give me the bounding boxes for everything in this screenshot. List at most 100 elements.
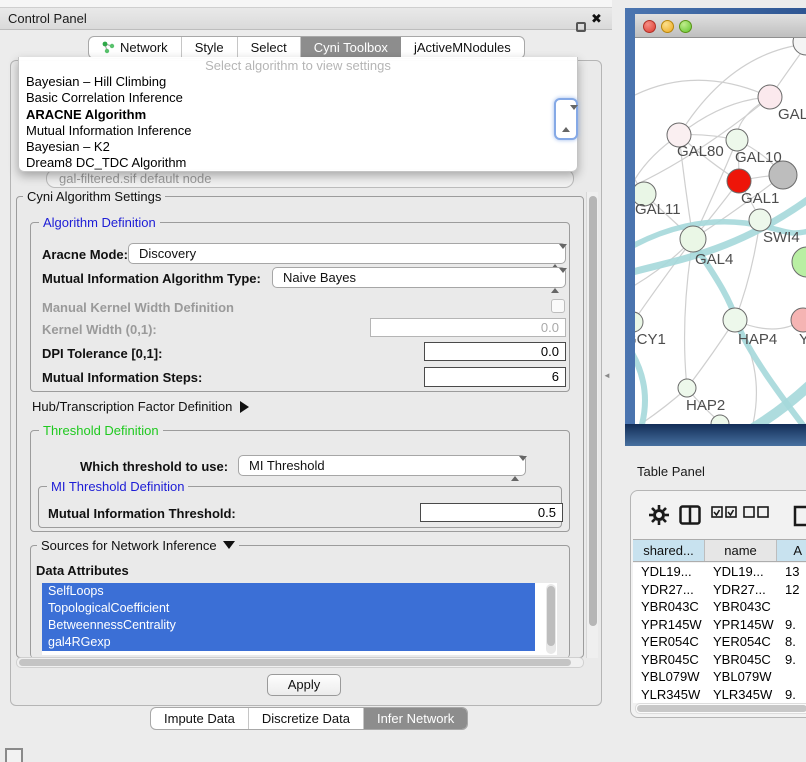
attribute-item-selfloops[interactable]: SelfLoops bbox=[42, 583, 535, 600]
dropdown-item-aracne-algorithm[interactable]: ARACNE Algorithm bbox=[19, 107, 577, 123]
table-cell bbox=[777, 598, 806, 616]
network-node-gal4[interactable] bbox=[680, 226, 706, 252]
network-node-hap4[interactable] bbox=[723, 308, 747, 332]
manual-kernel-label: Manual Kernel Width Definition bbox=[42, 300, 234, 315]
hub-definition-toggle[interactable]: Hub/Transcription Factor Definition bbox=[32, 399, 249, 414]
attribute-item-gal4rgexp[interactable]: gal4RGexp bbox=[42, 634, 535, 651]
network-node-swi4[interactable] bbox=[749, 209, 771, 231]
float-window-icon[interactable] bbox=[576, 22, 586, 32]
algorithm-dropdown: Select algorithm to view settings Bayesi… bbox=[18, 57, 578, 172]
tab-style[interactable]: Style bbox=[182, 37, 238, 58]
table-row[interactable]: YER054CYER054C8. bbox=[633, 633, 806, 651]
network-node-gal10[interactable] bbox=[726, 129, 748, 151]
close-traffic-light-icon[interactable] bbox=[643, 20, 656, 33]
attribute-item-topologicalcoefficient[interactable]: TopologicalCoefficient bbox=[42, 600, 535, 617]
node-label-gcy1: GCY1 bbox=[635, 331, 666, 348]
tab-label: Infer Network bbox=[377, 711, 454, 726]
tab-jactivemnodules[interactable]: jActiveMNodules bbox=[401, 37, 524, 58]
table-cell: YLR345W bbox=[705, 686, 777, 704]
column-header-shared[interactable]: shared... bbox=[633, 540, 705, 561]
data-attributes-label: Data Attributes bbox=[36, 563, 129, 578]
tab-select[interactable]: Select bbox=[238, 37, 301, 58]
tab-impute-data[interactable]: Impute Data bbox=[151, 708, 249, 729]
screen: Control Panel ✖ Network StyleSelectCyni T… bbox=[0, 0, 806, 762]
gear-icon[interactable] bbox=[649, 505, 669, 530]
control-panel-tabbar: Network StyleSelectCyni ToolboxjActiveMNo… bbox=[88, 36, 525, 59]
tab-discretize-data[interactable]: Discretize Data bbox=[249, 708, 364, 729]
table-row[interactable]: YBR045CYBR045C9. bbox=[633, 651, 806, 669]
mi-threshold-label: Mutual Information Threshold: bbox=[48, 506, 236, 521]
network-window-frame bbox=[625, 424, 806, 446]
network-node-y[interactable] bbox=[791, 308, 806, 332]
network-edge bbox=[635, 348, 645, 424]
group-title: Threshold Definition bbox=[39, 423, 163, 438]
kernel-width-field[interactable]: 0.0 bbox=[370, 318, 566, 337]
table-cell: 9. bbox=[777, 686, 806, 704]
docked-panel-icon[interactable] bbox=[5, 748, 23, 762]
network-node[interactable] bbox=[792, 247, 806, 277]
node-table: shared...nameA bbox=[633, 539, 806, 562]
table-cell: YPR145W bbox=[633, 616, 705, 634]
node-label-gal4: GAL4 bbox=[695, 251, 733, 268]
node-label-swi4: SWI4 bbox=[763, 229, 800, 246]
network-node-hap2[interactable] bbox=[678, 379, 696, 397]
tab-network[interactable]: Network bbox=[89, 37, 182, 58]
columns-icon[interactable] bbox=[679, 505, 701, 530]
panel-title: Control Panel bbox=[8, 11, 87, 26]
network-node[interactable] bbox=[793, 38, 806, 55]
select-all-checkboxes-icon[interactable] bbox=[711, 505, 737, 524]
node-table-rows: YDL19...YDL19...13YDR27...YDR27...12YBR0… bbox=[633, 563, 806, 703]
attribute-item-betweennesscentrality[interactable]: BetweennessCentrality bbox=[42, 617, 535, 634]
mi-steps-field[interactable]: 6 bbox=[424, 367, 566, 387]
manual-kernel-checkbox[interactable] bbox=[551, 299, 565, 313]
stepper-icon bbox=[551, 271, 559, 290]
deselect-all-checkboxes-icon[interactable] bbox=[743, 505, 769, 524]
list-scrollbar[interactable] bbox=[546, 584, 556, 654]
dropdown-item-bayesian-hill-climbing[interactable]: Bayesian – Hill Climbing bbox=[19, 74, 577, 90]
aracne-mode-combo[interactable]: Discovery bbox=[128, 243, 566, 264]
table-cell: YBR045C bbox=[705, 651, 777, 669]
tab-label: Network bbox=[120, 40, 168, 55]
minimize-traffic-light-icon[interactable] bbox=[661, 20, 674, 33]
zoom-traffic-light-icon[interactable] bbox=[679, 20, 692, 33]
node-label-hap2: HAP2 bbox=[686, 397, 725, 414]
mi-steps-label: Mutual Information Steps: bbox=[42, 370, 202, 385]
control-panel-titlebar: Control Panel ✖ bbox=[0, 8, 612, 30]
splitter-handle[interactable]: ◄ bbox=[603, 371, 611, 380]
network-node-gcy1[interactable] bbox=[635, 312, 643, 332]
table-cell: 9. bbox=[777, 616, 806, 634]
table-row[interactable]: YDR27...YDR27...12 bbox=[633, 581, 806, 599]
table-row[interactable]: YDL19...YDL19...13 bbox=[633, 563, 806, 581]
table-horizontal-scrollbar[interactable] bbox=[635, 703, 806, 714]
table-row[interactable]: YBR043CYBR043C bbox=[633, 598, 806, 616]
mi-type-combo[interactable]: Naive Bayes bbox=[272, 267, 566, 288]
dropdown-item-basic-correlation-inference[interactable]: Basic Correlation Inference bbox=[19, 90, 577, 106]
new-table-icon[interactable] bbox=[793, 505, 806, 532]
table-cell: YBL079W bbox=[705, 668, 777, 686]
column-header-a[interactable]: A bbox=[777, 540, 806, 561]
close-icon[interactable]: ✖ bbox=[591, 11, 602, 27]
which-threshold-combo[interactable]: MI Threshold bbox=[238, 455, 526, 476]
algorithm-combo-stepper[interactable] bbox=[554, 98, 578, 140]
vertical-scrollbar[interactable] bbox=[586, 192, 598, 658]
sources-toggle[interactable]: Sources for Network Inference bbox=[37, 538, 239, 553]
dropdown-prompt: Select algorithm to view settings bbox=[19, 57, 577, 74]
dropdown-item-dream8-dc-tdc-algorithm[interactable]: Dream8 DC_TDC Algorithm bbox=[19, 155, 577, 171]
dropdown-item-bayesian-k2[interactable]: Bayesian – K2 bbox=[19, 139, 577, 155]
horizontal-scrollbar[interactable] bbox=[16, 657, 584, 668]
table-row[interactable]: YBL079WYBL079W bbox=[633, 668, 806, 686]
column-header-name[interactable]: name bbox=[705, 540, 777, 561]
table-row[interactable]: YPR145WYPR145W9. bbox=[633, 616, 806, 634]
which-threshold-value: MI Threshold bbox=[249, 458, 325, 473]
table-cell: YBL079W bbox=[633, 668, 705, 686]
dropdown-item-mutual-information-inference[interactable]: Mutual Information Inference bbox=[19, 123, 577, 139]
tab-cyni-toolbox[interactable]: Cyni Toolbox bbox=[301, 37, 401, 58]
table-row[interactable]: YLR345WYLR345W9. bbox=[633, 686, 806, 704]
dpi-tolerance-field[interactable]: 0.0 bbox=[424, 342, 566, 361]
apply-button[interactable]: Apply bbox=[267, 674, 341, 696]
tab-infer-network[interactable]: Infer Network bbox=[364, 708, 467, 729]
data-attributes-list[interactable]: SelfLoopsTopologicalCoefficientBetweenne… bbox=[42, 583, 557, 655]
network-window-titlebar[interactable] bbox=[635, 14, 806, 38]
network-canvas[interactable]: GALGAL80GAL10GAL1GAL11SWI4GAL4GCY1HAP4YH… bbox=[635, 38, 806, 424]
mi-threshold-field[interactable]: 0.5 bbox=[420, 503, 563, 522]
